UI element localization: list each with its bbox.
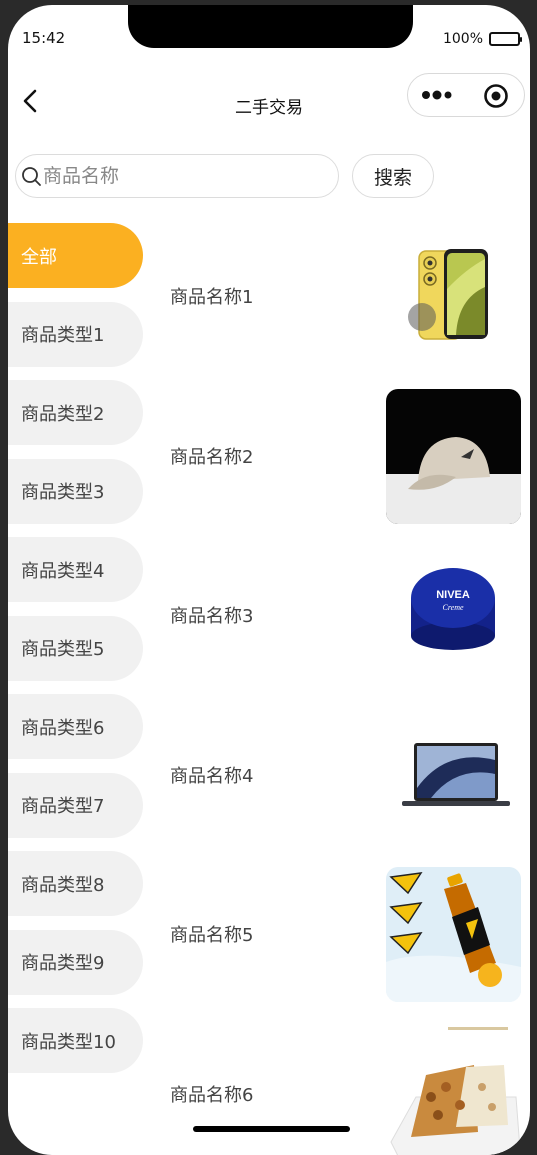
category-item[interactable]: 商品类型10 [8,1008,143,1073]
search-bar [15,154,339,198]
status-battery: 100% [443,31,520,47]
goods-image-yellow-phone[interactable] [386,229,521,364]
svg-text:NIVEA: NIVEA [436,589,470,601]
search-input[interactable] [43,165,313,187]
category-item[interactable]: 全部 [8,223,143,288]
category-item[interactable]: 商品类型7 [8,773,143,838]
category-item[interactable]: 商品类型4 [8,537,143,602]
goods-image-drink-bottle[interactable] [386,867,521,1002]
more-icon[interactable] [422,87,454,103]
home-indicator[interactable] [193,1126,350,1132]
touch-indicator [408,303,436,331]
svg-text:Creme: Creme [442,603,463,612]
goods-name: 商品名称1 [170,283,253,309]
goods-item[interactable]: 商品名称2 [156,383,530,541]
category-item[interactable]: 商品类型9 [8,930,143,995]
search-button[interactable]: 搜索 [352,154,434,198]
status-time: 15:42 [22,29,65,47]
category-item[interactable]: 商品类型1 [8,302,143,367]
goods-item[interactable]: 商品名称4 [156,702,530,860]
category-item[interactable]: 商品类型5 [8,616,143,681]
search-icon [20,165,42,187]
category-item[interactable]: 商品类型8 [8,851,143,916]
notch [128,5,413,48]
goods-name: 商品名称3 [170,602,253,628]
category-item[interactable]: 商品类型2 [8,380,143,445]
goods-item[interactable]: 商品名称5 [156,861,530,1019]
goods-item[interactable]: 商品名称3 NIVEA Creme [156,542,530,700]
goods-item[interactable]: 商品名称6 [156,1021,530,1155]
goods-item[interactable]: 商品名称1 [156,223,530,381]
goods-name: 商品名称2 [170,443,253,469]
goods-image-cap[interactable] [386,389,521,524]
category-item[interactable]: 商品类型6 [8,694,143,759]
goods-name: 商品名称5 [170,921,253,947]
goods-name: 商品名称6 [170,1081,253,1107]
goods-image-blue-cream-tin[interactable]: NIVEA Creme [386,548,521,683]
category-item[interactable]: 商品类型3 [8,459,143,524]
phone-screen: 15:42 100% 二手交易 搜索 全部商品类型1 [8,5,530,1155]
close-circle-icon[interactable] [483,83,509,109]
goods-image-snack-plate[interactable] [386,1027,521,1155]
nav-bar: 二手交易 [8,73,530,129]
battery-percent: 100% [443,31,483,47]
mini-program-capsule [407,73,525,117]
goods-name: 商品名称4 [170,762,253,788]
goods-image-laptop[interactable] [386,708,521,843]
battery-icon [489,32,520,46]
